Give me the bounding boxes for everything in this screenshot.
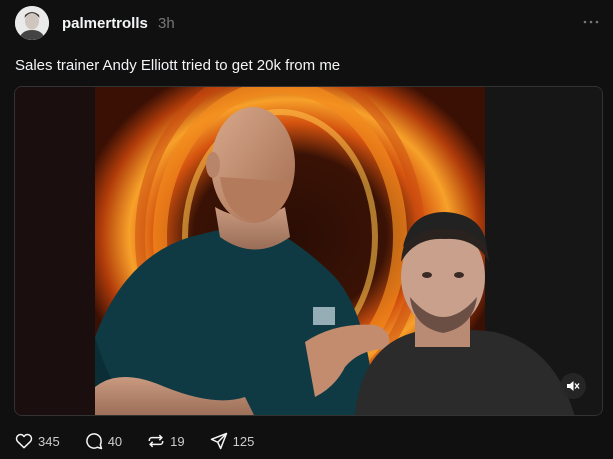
like-count: 345	[38, 433, 60, 449]
heart-icon	[15, 433, 33, 449]
post-timestamp: 3h	[158, 15, 175, 32]
repost-count: 19	[170, 433, 185, 449]
comment-icon	[85, 433, 102, 450]
repost-icon	[148, 434, 164, 448]
send-icon	[210, 432, 227, 450]
speaker-muted-icon[interactable]	[560, 373, 586, 399]
thread-post: palmertrolls 3h Sales trainer Andy Ellio…	[0, 0, 613, 459]
video-media[interactable]	[14, 86, 603, 416]
reply-count: 40	[107, 433, 123, 449]
avatar[interactable]	[15, 6, 49, 40]
avatar-image	[15, 6, 49, 40]
action-bar: 345 40 19 125	[14, 428, 278, 454]
username[interactable]: palmertrolls	[62, 15, 148, 32]
share-button[interactable]: 125	[209, 431, 255, 451]
reply-button[interactable]: 40	[84, 431, 122, 451]
like-button[interactable]: 345	[14, 431, 60, 451]
video-thumbnail	[15, 87, 602, 415]
share-count: 125	[232, 433, 255, 449]
post-caption: Sales trainer Andy Elliott tried to get …	[15, 57, 341, 74]
more-dots-icon[interactable]	[579, 10, 603, 34]
repost-button[interactable]: 19	[146, 431, 185, 451]
